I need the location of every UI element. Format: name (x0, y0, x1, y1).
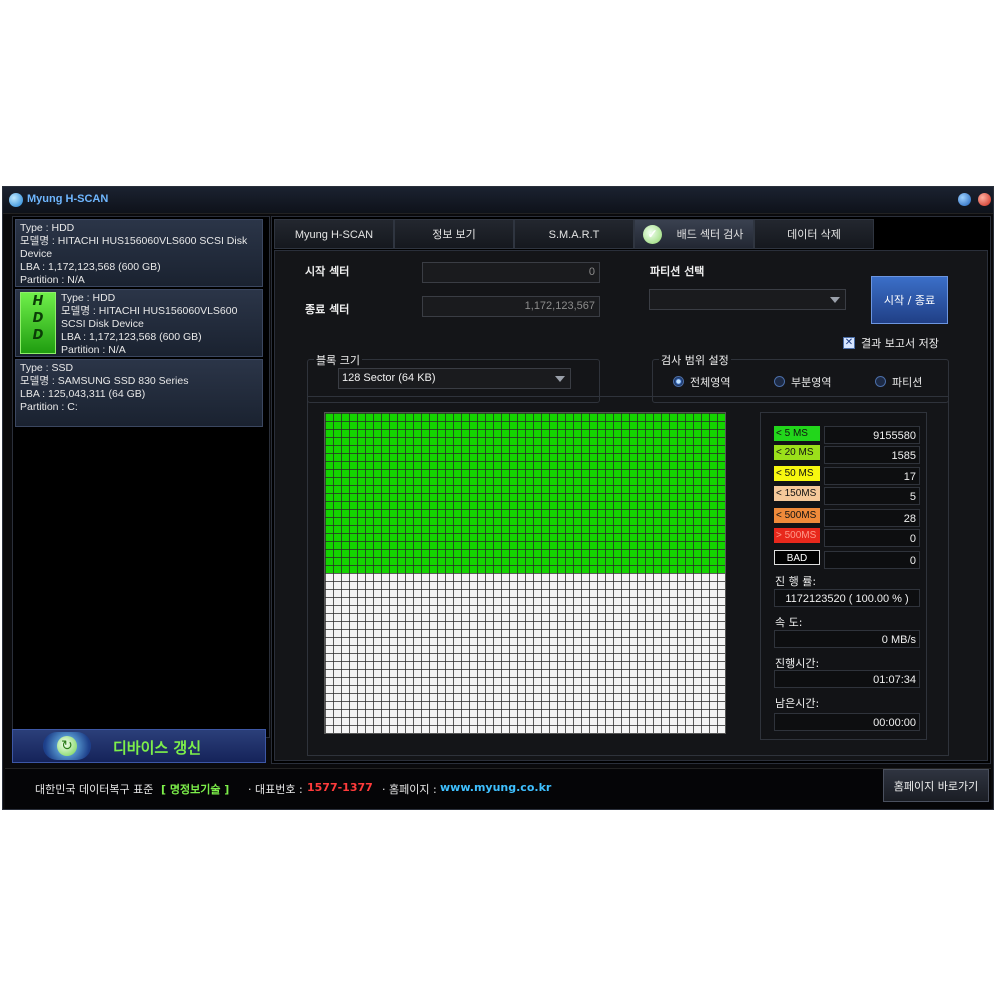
device-partition: Partition : N/A (20, 274, 85, 286)
scan-range-title: 검사 범위 설정 (659, 352, 731, 368)
device-partition: Partition : C: (20, 401, 78, 413)
sector-map-grid (324, 412, 726, 734)
device-lba: LBA : 125,043,311 (64 GB) (20, 388, 146, 400)
legend-bad: BAD (774, 550, 820, 565)
main-panel: Myung H-SCAN 정보 보기 S.M.A.R.T ✓ 배드 섹터 검사 … (271, 216, 991, 764)
count-bad: 0 (824, 551, 920, 569)
refresh-icon-frame: ↻ (43, 732, 91, 760)
start-sector-label: 시작 섹터 (305, 265, 350, 278)
check-icon: ✓ (643, 225, 662, 244)
elapsed-time-label: 진행시간: (775, 657, 820, 670)
device-type: Type : HDD (20, 222, 75, 234)
block-size-title: 블록 크기 (314, 352, 362, 368)
block-size-select[interactable]: 128 Sector (64 KB) (338, 368, 571, 389)
app-window: Myung H-SCAN Type : HDD 모델명 : HITACHI HU… (2, 186, 994, 810)
refresh-icon: ↻ (57, 736, 77, 756)
device-model: 모델명 : SAMSUNG SSD 830 Series (20, 375, 189, 387)
count-over-500ms: 0 (824, 529, 920, 547)
report-save-label: 결과 보고서 저장 (861, 337, 939, 350)
speed-label: 속 도: (775, 616, 803, 629)
tab-bad-sector-label: 배드 섹터 검사 (676, 229, 744, 241)
partition-select[interactable] (649, 289, 846, 310)
hdd-icon-letter: D (32, 328, 44, 343)
app-logo-icon (9, 193, 23, 207)
legend-over-500ms: > 500MS (774, 528, 820, 543)
hdd-icon: H D D (20, 292, 56, 354)
range-option-label: 부분영역 (791, 376, 832, 389)
end-sector-label: 종료 섹터 (305, 303, 350, 316)
progress-label: 진 행 률: (775, 575, 817, 588)
device-type: Type : HDD (61, 292, 116, 304)
range-option-label: 전체영역 (690, 376, 731, 389)
chevron-down-icon (555, 376, 565, 382)
tab-myung-hscan[interactable]: Myung H-SCAN (274, 219, 394, 249)
range-option-label: 파티션 (892, 376, 923, 389)
device-list: Type : HDD 모델명 : HITACHI HUS156060VLS600… (12, 216, 270, 738)
scan-area: < 5 MS 9155580 < 20 MS 1585 < 50 MS 17 <… (307, 396, 949, 756)
count-50ms: 17 (824, 467, 920, 485)
homepage-button[interactable]: 홈페이지 바로가기 (883, 769, 989, 802)
tab-data-erase[interactable]: 데이터 삭제 (754, 219, 874, 249)
hdd-icon-letter: H (32, 294, 44, 309)
partition-select-label: 파티션 선택 (650, 265, 705, 278)
device-refresh-button[interactable]: ↻ 디바이스 갱신 (12, 729, 266, 763)
device-item-selected[interactable]: H D D Type : HDD 모델명 : HITACHI HUS156060… (15, 289, 263, 357)
device-model: 모델명 : HITACHI HUS156060VLS600 SCSI Disk … (20, 235, 248, 260)
tab-smart[interactable]: S.M.A.R.T (514, 219, 634, 249)
footer-phone: 1577-1377 (307, 781, 373, 794)
legend-5ms: < 5 MS (774, 426, 820, 441)
hdd-icon-letter: D (32, 311, 44, 326)
footer-bar: 대한민국 데이터복구 표준 [ 명정보기술 ] · 대표번호 : 1577-13… (5, 768, 991, 809)
footer-slogan: 대한민국 데이터복구 표준 (35, 783, 154, 796)
device-refresh-label: 디바이스 갱신 (113, 739, 202, 757)
legend-500ms: < 500MS (774, 508, 820, 523)
bad-sector-panel: 시작 섹터 0 종료 섹터 1,172,123,567 파티션 선택 시작 / … (274, 250, 988, 761)
block-size-value: 128 Sector (64 KB) (342, 372, 436, 384)
range-partition-radio[interactable]: 파티션 (875, 374, 922, 390)
count-20ms: 1585 (824, 446, 920, 464)
remaining-time-value: 00:00:00 (774, 713, 920, 731)
device-partition: Partition : N/A (61, 344, 126, 356)
remaining-time-label: 남은시간: (775, 697, 820, 710)
progress-value: 1172123520 ( 100.00 % ) (774, 589, 920, 607)
tab-bad-sector[interactable]: ✓ 배드 섹터 검사 (634, 219, 754, 249)
title-bar: Myung H-SCAN (3, 187, 993, 214)
legend-20ms: < 20 MS (774, 445, 820, 460)
tab-info[interactable]: 정보 보기 (394, 219, 514, 249)
device-lba: LBA : 1,172,123,568 (600 GB) (20, 261, 161, 273)
legend-150ms: < 150MS (774, 486, 820, 501)
radio-icon (875, 376, 886, 387)
footer-homepage-label: · 홈페이지 : (382, 783, 437, 796)
device-type: Type : SSD (20, 362, 74, 374)
device-item[interactable]: Type : HDD 모델명 : HITACHI HUS156060VLS600… (15, 219, 263, 287)
legend-50ms: < 50 MS (774, 466, 820, 481)
footer-homepage-link[interactable]: www.myung.co.kr (440, 781, 551, 794)
range-partial-radio[interactable]: 부분영역 (774, 374, 831, 390)
count-5ms: 9155580 (824, 426, 920, 444)
scan-stats-panel: < 5 MS 9155580 < 20 MS 1585 < 50 MS 17 <… (760, 412, 927, 740)
window-title: Myung H-SCAN (27, 193, 109, 205)
speed-value: 0 MB/s (774, 630, 920, 648)
device-lba: LBA : 1,172,123,568 (600 GB) (61, 331, 202, 343)
start-stop-button[interactable]: 시작 / 종료 (871, 276, 948, 324)
end-sector-field[interactable]: 1,172,123,567 (422, 296, 600, 317)
radio-icon (774, 376, 785, 387)
sector-map-gridlines (325, 413, 725, 733)
elapsed-time-value: 01:07:34 (774, 670, 920, 688)
range-full-radio[interactable]: 전체영역 (673, 374, 730, 390)
device-model: 모델명 : HITACHI HUS156060VLS600 SCSI Disk … (61, 305, 238, 330)
radio-selected-icon (673, 376, 684, 387)
chevron-down-icon (830, 297, 840, 303)
report-save-checkbox[interactable]: ✕ (843, 337, 855, 349)
footer-phone-label: · 대표번호 : (248, 783, 303, 796)
close-button[interactable] (978, 193, 991, 206)
footer-brand: [ 명정보기술 ] (161, 783, 230, 796)
count-150ms: 5 (824, 487, 920, 505)
device-item[interactable]: Type : SSD 모델명 : SAMSUNG SSD 830 Series … (15, 359, 263, 427)
start-sector-field[interactable]: 0 (422, 262, 600, 283)
minimize-button[interactable] (958, 193, 971, 206)
count-500ms: 28 (824, 509, 920, 527)
